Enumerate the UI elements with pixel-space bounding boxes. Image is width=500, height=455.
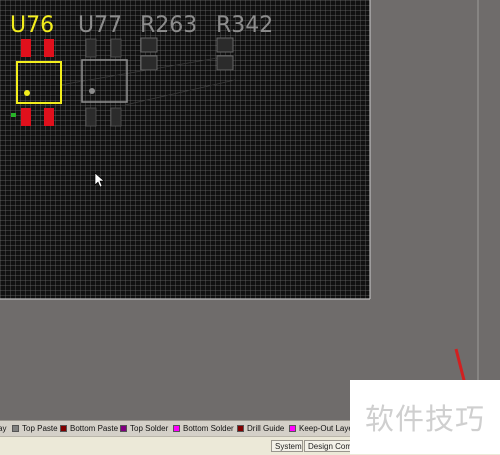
designator-r263: R263	[140, 13, 197, 38]
layer-tab-top-solder[interactable]: Top Solder	[120, 423, 168, 434]
designator-u77: U77	[78, 13, 122, 38]
layer-tab-label: ay	[0, 424, 7, 433]
watermark: 软件技巧	[350, 380, 500, 454]
layer-tab-label: Bottom Solder	[183, 424, 234, 433]
design-compiler-button[interactable]: Design Comp	[304, 440, 354, 452]
pad[interactable]	[216, 55, 234, 71]
pad[interactable]	[110, 107, 122, 127]
watermark-text: 软件技巧	[364, 402, 485, 436]
layer-tab-top-paste[interactable]: Top Paste	[12, 423, 58, 434]
pad[interactable]	[85, 38, 97, 58]
pin1-marker	[89, 88, 95, 94]
system-button[interactable]: System	[271, 440, 303, 452]
pin1-marker	[24, 90, 30, 96]
layer-tab-bottom-solder[interactable]: Bottom Solder	[173, 423, 234, 434]
layer-tab-keep-out[interactable]: Keep-Out Layer	[289, 423, 355, 434]
pcb-canvas[interactable]: U76 U77 R263 R342	[0, 0, 500, 420]
pad[interactable]	[110, 38, 122, 58]
layer-tab-label: Bottom Paste	[70, 424, 119, 433]
layer-tab[interactable]: ay	[0, 423, 6, 434]
designator-r342: R342	[216, 13, 273, 38]
layer-tab-label: Top Paste	[22, 424, 58, 433]
layer-tab-bottom-paste[interactable]: Bottom Paste	[60, 423, 118, 434]
layer-color-swatch	[237, 425, 244, 432]
layer-color-swatch	[120, 425, 127, 432]
pad[interactable]	[21, 108, 31, 126]
pad[interactable]	[140, 37, 158, 53]
pad[interactable]	[216, 37, 234, 53]
pad[interactable]	[44, 39, 54, 57]
layer-color-swatch	[12, 425, 19, 432]
layer-color-swatch	[60, 425, 67, 432]
pad[interactable]	[85, 107, 97, 127]
pad[interactable]	[21, 39, 31, 57]
grid-area[interactable]	[0, 0, 370, 299]
designator-u76: U76	[10, 13, 54, 38]
pad[interactable]	[140, 55, 158, 71]
pad[interactable]	[44, 108, 54, 126]
layer-tab-label: Keep-Out Layer	[299, 424, 356, 433]
layer-color-swatch	[289, 425, 296, 432]
net-marker	[11, 113, 16, 117]
layer-tab-label: Top Solder	[130, 424, 169, 433]
layer-color-swatch	[173, 425, 180, 432]
layer-tab-drill-guide[interactable]: Drill Guide	[237, 423, 284, 434]
layer-tab-label: Drill Guide	[247, 424, 285, 433]
